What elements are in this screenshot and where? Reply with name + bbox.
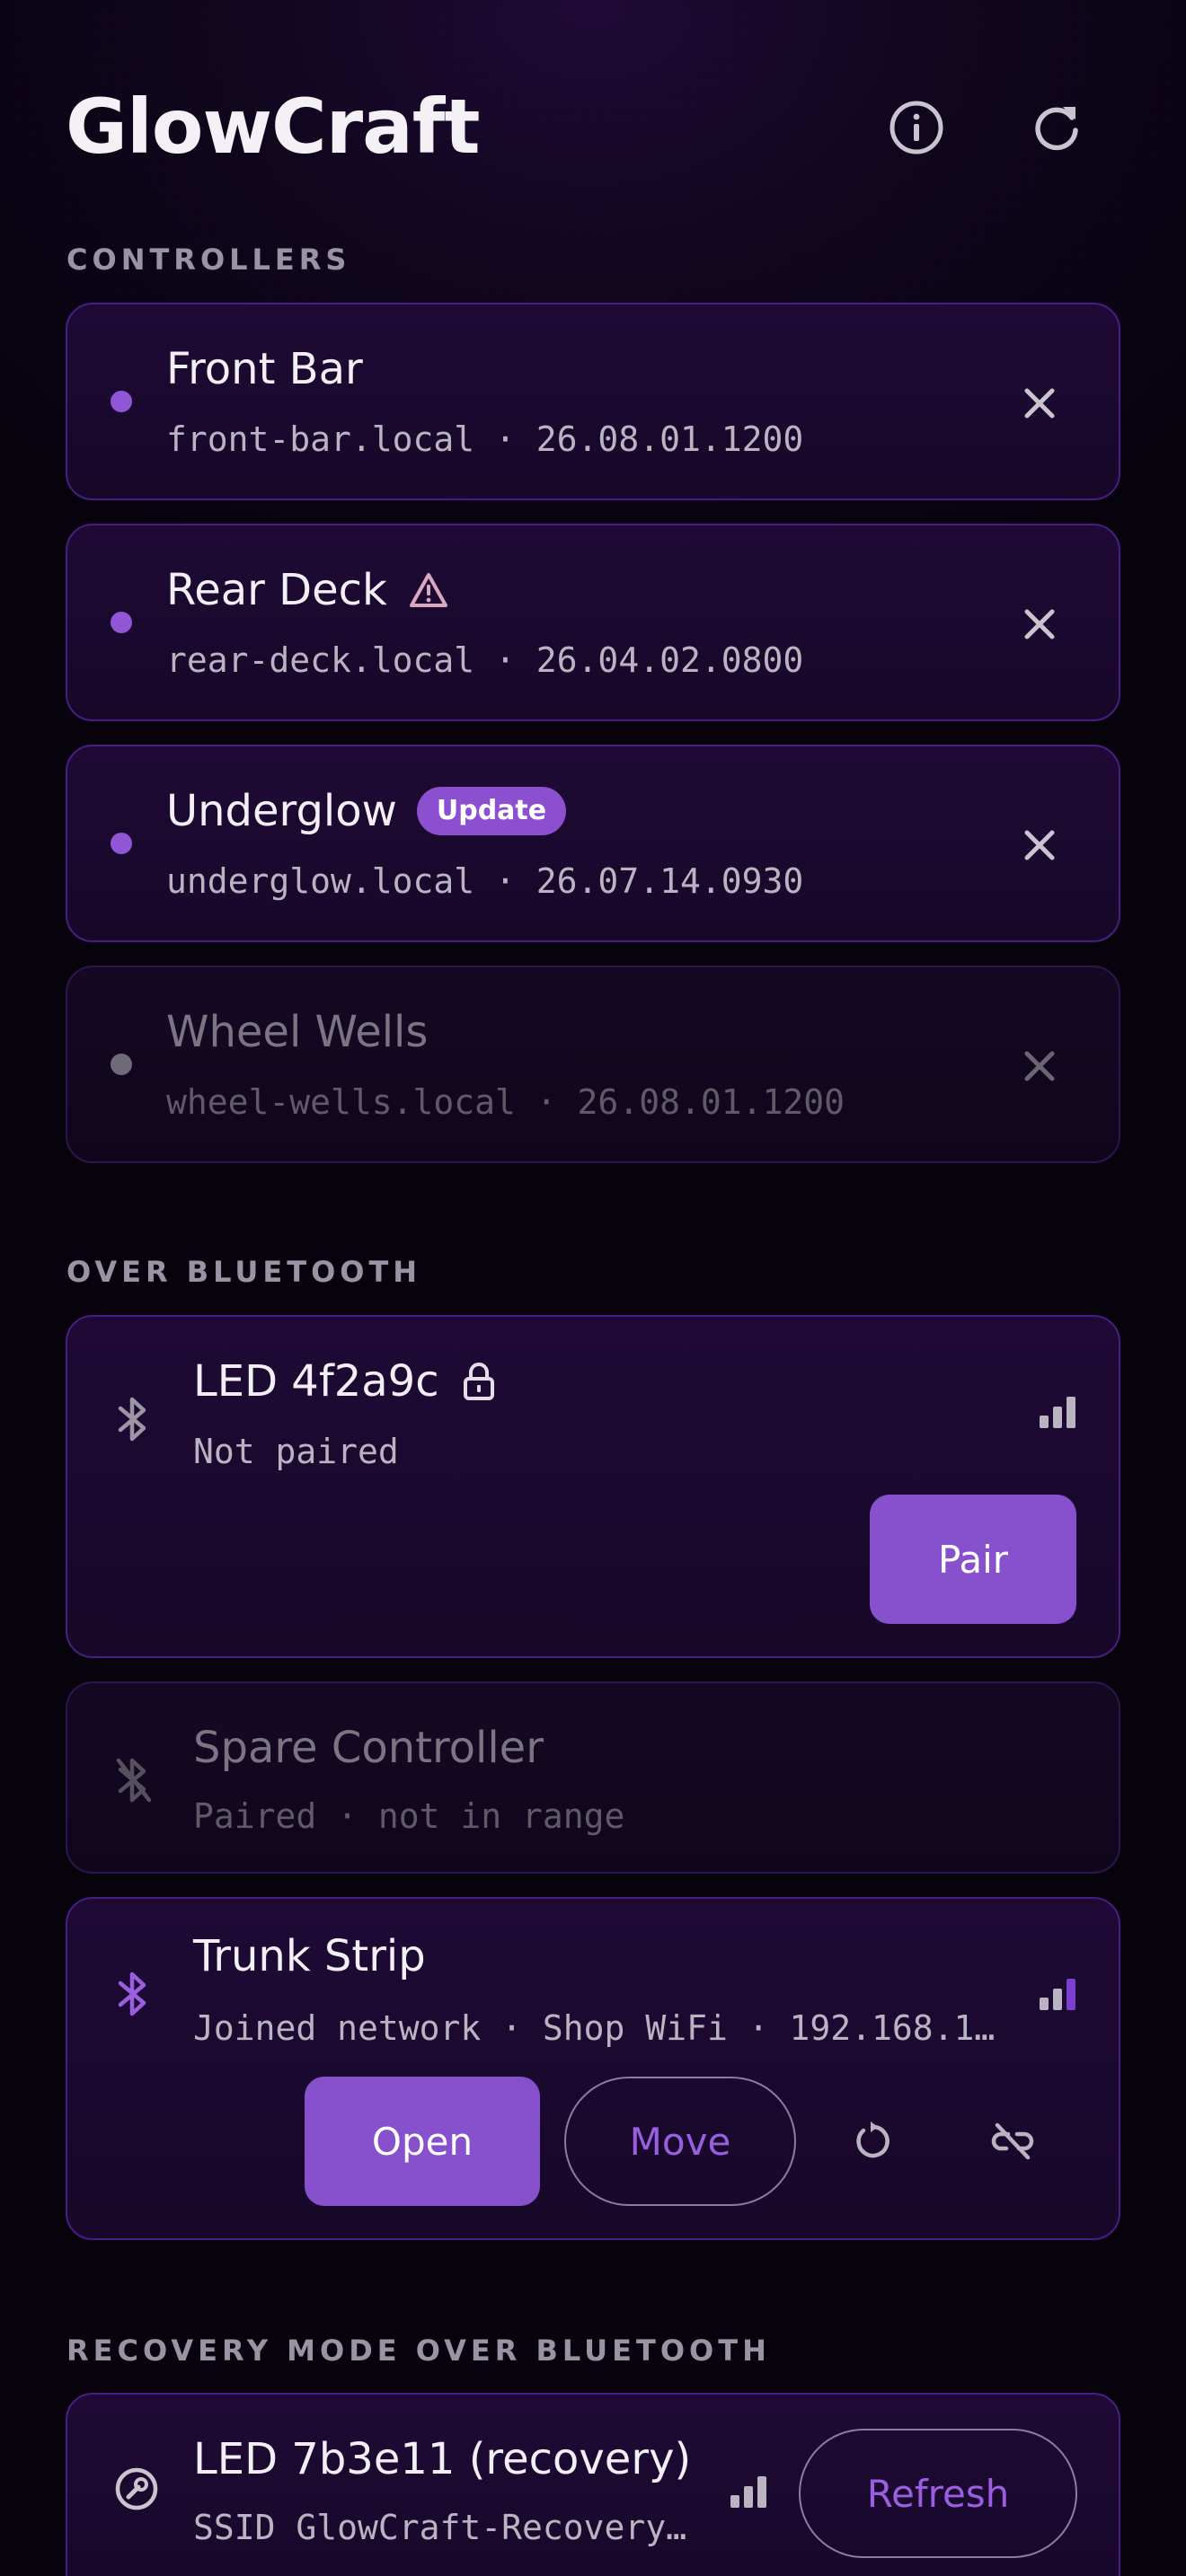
remove-button[interactable] <box>1013 376 1067 430</box>
device-subtitle: Not paired <box>193 1432 399 1471</box>
status-dot <box>111 391 132 412</box>
bluetooth-disabled-icon <box>116 1758 152 1803</box>
controller-name-row: Underglow Update <box>166 786 567 836</box>
close-icon <box>1024 830 1055 860</box>
warning-icon <box>409 573 447 607</box>
controller-card-front-bar[interactable]: Front Bar front-bar.local · 26.08.01.120… <box>66 303 1120 500</box>
controller-card-underglow[interactable]: Underglow Update underglow.local · 26.07… <box>66 745 1120 942</box>
signal-strength-icon <box>730 2476 766 2508</box>
controller-subtitle: front-bar.local · 26.08.01.1200 <box>166 419 804 459</box>
controller-card-rear-deck[interactable]: Rear Deck rear-deck.local · 26.04.02.080… <box>66 524 1120 721</box>
controller-subtitle: wheel-wells.local · 26.08.01.1200 <box>166 1082 845 1122</box>
controller-subtitle: rear-deck.local · 26.04.02.0800 <box>166 640 804 680</box>
signal-strength-icon <box>1040 1979 1075 2010</box>
refresh-recovery-button[interactable]: Refresh <box>799 2429 1077 2558</box>
unlink-icon <box>991 2122 1034 2160</box>
device-name: Trunk Strip <box>193 1931 426 1981</box>
info-icon <box>890 101 943 154</box>
open-button[interactable]: Open <box>305 2077 540 2206</box>
controller-name-row: Rear Deck <box>166 565 448 615</box>
unlink-button[interactable] <box>984 2113 1041 2170</box>
refresh-button[interactable] <box>1026 97 1087 158</box>
recovery-card-led-7b3e11[interactable]: LED 7b3e11 (recovery) SSID GlowCraft-Rec… <box>66 2393 1120 2576</box>
bluetooth-card-trunk-strip[interactable]: Trunk Strip Joined network · Shop WiFi ·… <box>66 1897 1120 2240</box>
signal-strength-icon <box>1040 1397 1075 1428</box>
controller-name: Underglow <box>166 786 397 836</box>
controller-name: Front Bar <box>166 344 363 394</box>
bluetooth-connected-icon <box>118 1972 146 2016</box>
move-button[interactable]: Move <box>564 2077 796 2206</box>
bluetooth-card-led-4f2a9c[interactable]: LED 4f2a9c Not paired Pair <box>66 1315 1120 1658</box>
section-title-controllers: CONTROLLERS <box>66 243 351 277</box>
refresh-icon <box>1035 107 1078 151</box>
controller-name: Rear Deck <box>166 565 387 615</box>
status-dot <box>111 612 132 633</box>
device-subtitle: SSID GlowCraft-Recovery… <box>193 2508 687 2547</box>
pair-button[interactable]: Pair <box>870 1495 1076 1624</box>
device-name: LED 7b3e11 (recovery) <box>193 2434 692 2484</box>
info-button[interactable] <box>886 97 947 158</box>
reset-icon <box>856 2122 890 2158</box>
close-icon <box>1024 1051 1055 1081</box>
device-subtitle: Joined network · Shop WiFi · 192.168.1… <box>193 2008 996 2048</box>
remove-button[interactable] <box>1013 1039 1067 1093</box>
wrench-icon <box>115 2467 158 2510</box>
device-subtitle: Paired · not in range <box>193 1796 625 1836</box>
device-name: LED 4f2a9c <box>193 1356 439 1407</box>
device-name-row: LED 4f2a9c <box>193 1356 495 1407</box>
update-badge[interactable]: Update <box>416 787 567 835</box>
lock-icon <box>463 1363 494 1400</box>
controller-card-wheel-wells[interactable]: Wheel Wells wheel-wells.local · 26.08.01… <box>66 966 1120 1163</box>
bluetooth-icon <box>118 1397 146 1442</box>
section-title-recovery: RECOVERY MODE OVER BLUETOOTH <box>66 2333 771 2368</box>
device-name: Spare Controller <box>193 1723 544 1773</box>
status-dot <box>111 833 132 854</box>
status-dot <box>111 1054 132 1075</box>
reset-button[interactable] <box>844 2113 901 2170</box>
controller-name: Wheel Wells <box>166 1007 429 1057</box>
close-icon <box>1024 388 1055 419</box>
app-title: GlowCraft <box>66 83 481 171</box>
remove-button[interactable] <box>1013 818 1067 872</box>
section-title-bluetooth: OVER BLUETOOTH <box>66 1255 422 1289</box>
controller-subtitle: underglow.local · 26.07.14.0930 <box>166 861 804 901</box>
remove-button[interactable] <box>1013 597 1067 651</box>
bluetooth-card-spare-controller[interactable]: Spare Controller Paired · not in range <box>66 1681 1120 1874</box>
close-icon <box>1024 609 1055 640</box>
